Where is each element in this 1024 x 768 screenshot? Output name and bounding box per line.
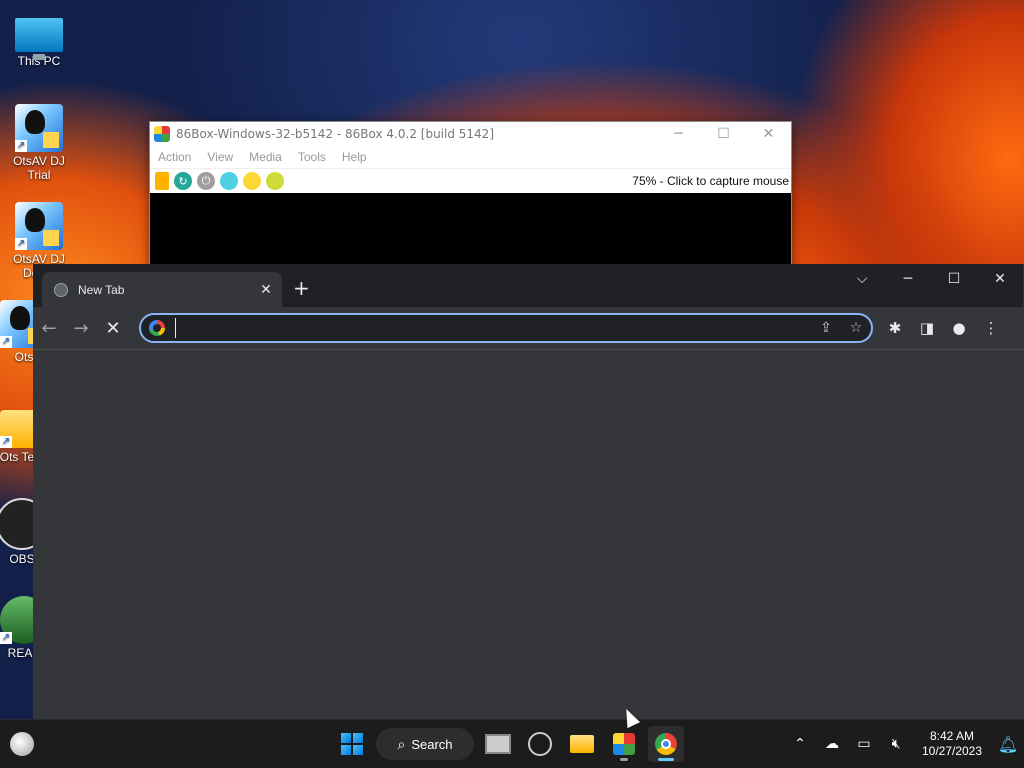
back-icon[interactable]: ← <box>33 318 65 339</box>
close-button[interactable]: ✕ <box>977 264 1023 294</box>
show-hidden-icons-icon[interactable]: ⌃ <box>784 736 816 752</box>
chrome-window[interactable]: New Tab ✕ + ⌵ ─ ☐ ✕ ← → ✕ ⇪ ☆ ✱ ◨ ● ⋮ <box>33 264 1024 720</box>
menu-help[interactable]: Help <box>334 150 375 164</box>
folder-icon <box>570 735 594 753</box>
weather-icon[interactable] <box>10 732 34 756</box>
shortcut-arrow-icon: ↗ <box>15 140 27 152</box>
task-view-icon <box>485 734 511 754</box>
windows-logo-icon <box>341 733 363 755</box>
chrome-window-controls: ⌵ ─ ☐ ✕ <box>839 264 1023 294</box>
desktop-icon-label: OtsAV DJ Trial <box>13 154 65 182</box>
chrome-icon <box>655 733 677 755</box>
86box-window-title: 86Box-Windows-32-b5142 - 86Box 4.0.2 [bu… <box>176 127 494 141</box>
chrome-tabstrip[interactable]: New Tab ✕ + ⌵ ─ ☐ ✕ <box>33 264 1023 307</box>
86box-emulator-screen[interactable] <box>150 193 791 272</box>
menu-view[interactable]: View <box>199 150 241 164</box>
86box-icon <box>613 733 635 755</box>
side-panel-icon[interactable]: ◨ <box>911 319 943 337</box>
new-tab-button[interactable]: + <box>293 278 310 298</box>
close-button[interactable]: ✕ <box>746 126 791 142</box>
network-icon[interactable]: ▭ <box>848 736 880 752</box>
minimize-button[interactable]: ─ <box>885 264 931 294</box>
86box-toolbar: ↻ ⏻ 75% - Click to capture mouse <box>150 168 791 193</box>
page-content[interactable] <box>33 350 1023 720</box>
onedrive-icon[interactable]: ☁ <box>816 736 848 752</box>
menu-tools[interactable]: Tools <box>290 150 334 164</box>
shortcut-arrow-icon: ↗ <box>0 436 12 448</box>
file-explorer-button[interactable] <box>564 726 600 762</box>
taskbar-apps: ⌕ Search <box>334 726 684 762</box>
settings-icon[interactable] <box>266 172 284 190</box>
volume-muted-icon[interactable]: 🔇︎ <box>880 736 912 752</box>
task-view-button[interactable] <box>480 726 516 762</box>
obs-icon <box>528 732 552 756</box>
clock[interactable]: 8:42 AM 10/27/2023 <box>912 729 992 759</box>
share-icon[interactable]: ⇪ <box>811 320 841 336</box>
desktop-icon-otsav-trial[interactable]: ↗ OtsAV DJ Trial <box>3 104 75 182</box>
taskbar-search[interactable]: ⌕ Search <box>376 728 474 760</box>
computer-icon <box>15 18 63 60</box>
tab-favicon-icon <box>54 282 68 297</box>
chrome-toolbar: ← → ✕ ⇪ ☆ ✱ ◨ ● ⋮ <box>33 307 1023 350</box>
taskbar: ⌕ Search ⌃ ☁ ▭ 🔇︎ 8:42 AM 10/27/2023 🔔︎ <box>0 719 1024 768</box>
notification-bell-icon[interactable]: 🔔︎ <box>992 735 1024 754</box>
pause-icon[interactable] <box>155 172 169 190</box>
forward-icon[interactable]: → <box>65 318 97 339</box>
search-label: Search <box>411 736 453 752</box>
86box-menubar: Action View Media Tools Help <box>150 146 791 168</box>
86box-titlebar[interactable]: 86Box-Windows-32-b5142 - 86Box 4.0.2 [bu… <box>150 122 791 146</box>
system-tray: ⌃ ☁ ▭ 🔇︎ 8:42 AM 10/27/2023 🔔︎ <box>784 720 1024 768</box>
bookmark-star-icon[interactable]: ☆ <box>841 320 871 336</box>
extensions-icon[interactable]: ✱ <box>879 319 911 337</box>
obs-taskbar-button[interactable] <box>522 726 558 762</box>
stop-loading-icon[interactable]: ✕ <box>97 318 129 339</box>
otsav-icon: ↗ <box>15 202 63 250</box>
start-button[interactable] <box>334 726 370 762</box>
ctrl-alt-esc-icon[interactable] <box>243 172 261 190</box>
address-bar[interactable]: ⇪ ☆ <box>139 313 873 343</box>
desktop-icon-this-pc[interactable]: This PC <box>3 10 75 68</box>
shortcut-arrow-icon: ↗ <box>0 632 12 644</box>
maximize-button[interactable]: ☐ <box>701 126 746 142</box>
more-menu-icon[interactable]: ⋮ <box>975 319 1007 337</box>
menu-action[interactable]: Action <box>150 150 199 164</box>
tab-search-icon[interactable]: ⌵ <box>839 264 885 294</box>
86box-taskbar-button[interactable] <box>606 726 642 762</box>
power-icon[interactable]: ⏻ <box>197 172 215 190</box>
profile-icon[interactable]: ● <box>943 319 975 337</box>
close-tab-icon[interactable]: ✕ <box>256 282 276 298</box>
google-icon <box>149 320 165 336</box>
menu-media[interactable]: Media <box>241 150 290 164</box>
86box-window[interactable]: 86Box-Windows-32-b5142 - 86Box 4.0.2 [bu… <box>149 121 792 273</box>
shortcut-arrow-icon: ↗ <box>15 238 27 250</box>
clock-date: 10/27/2023 <box>921 744 983 758</box>
ctrl-alt-del-icon[interactable] <box>220 172 238 190</box>
maximize-button[interactable]: ☐ <box>931 264 977 294</box>
capture-status[interactable]: 75% - Click to capture mouse <box>632 174 791 188</box>
search-icon: ⌕ <box>397 735 406 752</box>
reset-icon[interactable]: ↻ <box>174 172 192 190</box>
otsav-icon: ↗ <box>15 104 63 152</box>
clock-time: 8:42 AM <box>929 729 975 743</box>
chrome-taskbar-button[interactable] <box>648 726 684 762</box>
86box-app-icon <box>154 126 170 142</box>
shortcut-arrow-icon: ↗ <box>0 336 12 348</box>
tab-new-tab[interactable]: New Tab ✕ <box>42 272 282 307</box>
tab-title: New Tab <box>78 282 125 297</box>
minimize-button[interactable]: ─ <box>656 126 701 142</box>
address-input[interactable] <box>175 318 811 338</box>
